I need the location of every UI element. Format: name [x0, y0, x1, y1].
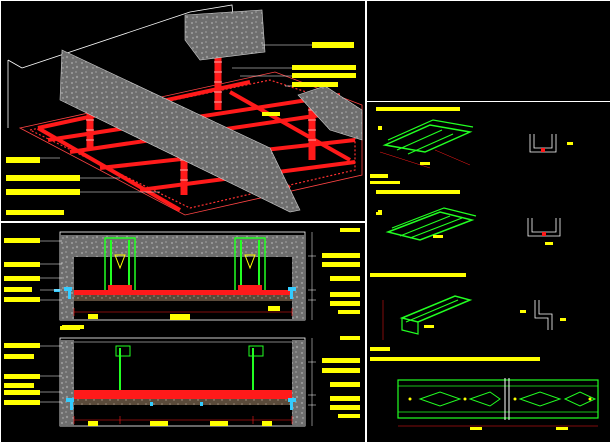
frame-profile-details — [366, 101, 611, 443]
section-a-right-leaders — [308, 232, 316, 320]
section-b-right-tags — [322, 336, 360, 418]
section-b-left-leaders — [40, 345, 62, 403]
section-b-wall-left — [60, 340, 74, 426]
cad-drawing — [0, 0, 611, 443]
profile-detail-3 — [370, 273, 566, 351]
section-b-board — [74, 399, 292, 405]
profile-detail-4 — [370, 357, 599, 430]
section-a-channel — [74, 290, 292, 295]
section-b — [4, 336, 360, 427]
section-a-left-tags — [4, 238, 40, 302]
section-a-right-tags — [322, 228, 360, 314]
section-b-wall-right — [292, 340, 305, 426]
section-a-wall-right — [292, 235, 305, 320]
profile-details — [370, 107, 599, 430]
section-b-dims — [73, 416, 293, 424]
section-a-board — [74, 295, 292, 301]
section-a-wall-left — [60, 235, 74, 320]
cad-drawing-sheet — [0, 0, 611, 443]
section-b-hangers — [119, 348, 254, 395]
isometric-view — [6, 4, 363, 216]
section-a-slab — [60, 235, 305, 257]
concrete-beam-right — [297, 85, 363, 141]
profile-detail-1 — [370, 107, 573, 184]
section-b-left-tags — [4, 343, 40, 405]
concrete-beam-top — [184, 9, 266, 61]
section-a — [4, 228, 360, 329]
profile-detail-2 — [376, 190, 561, 245]
section-b-right-leaders — [308, 338, 316, 426]
section-b-channel — [74, 390, 292, 395]
section-b-title-tag — [60, 326, 80, 330]
section-a-dim-tag — [170, 314, 190, 320]
frame-blank — [366, 0, 611, 102]
